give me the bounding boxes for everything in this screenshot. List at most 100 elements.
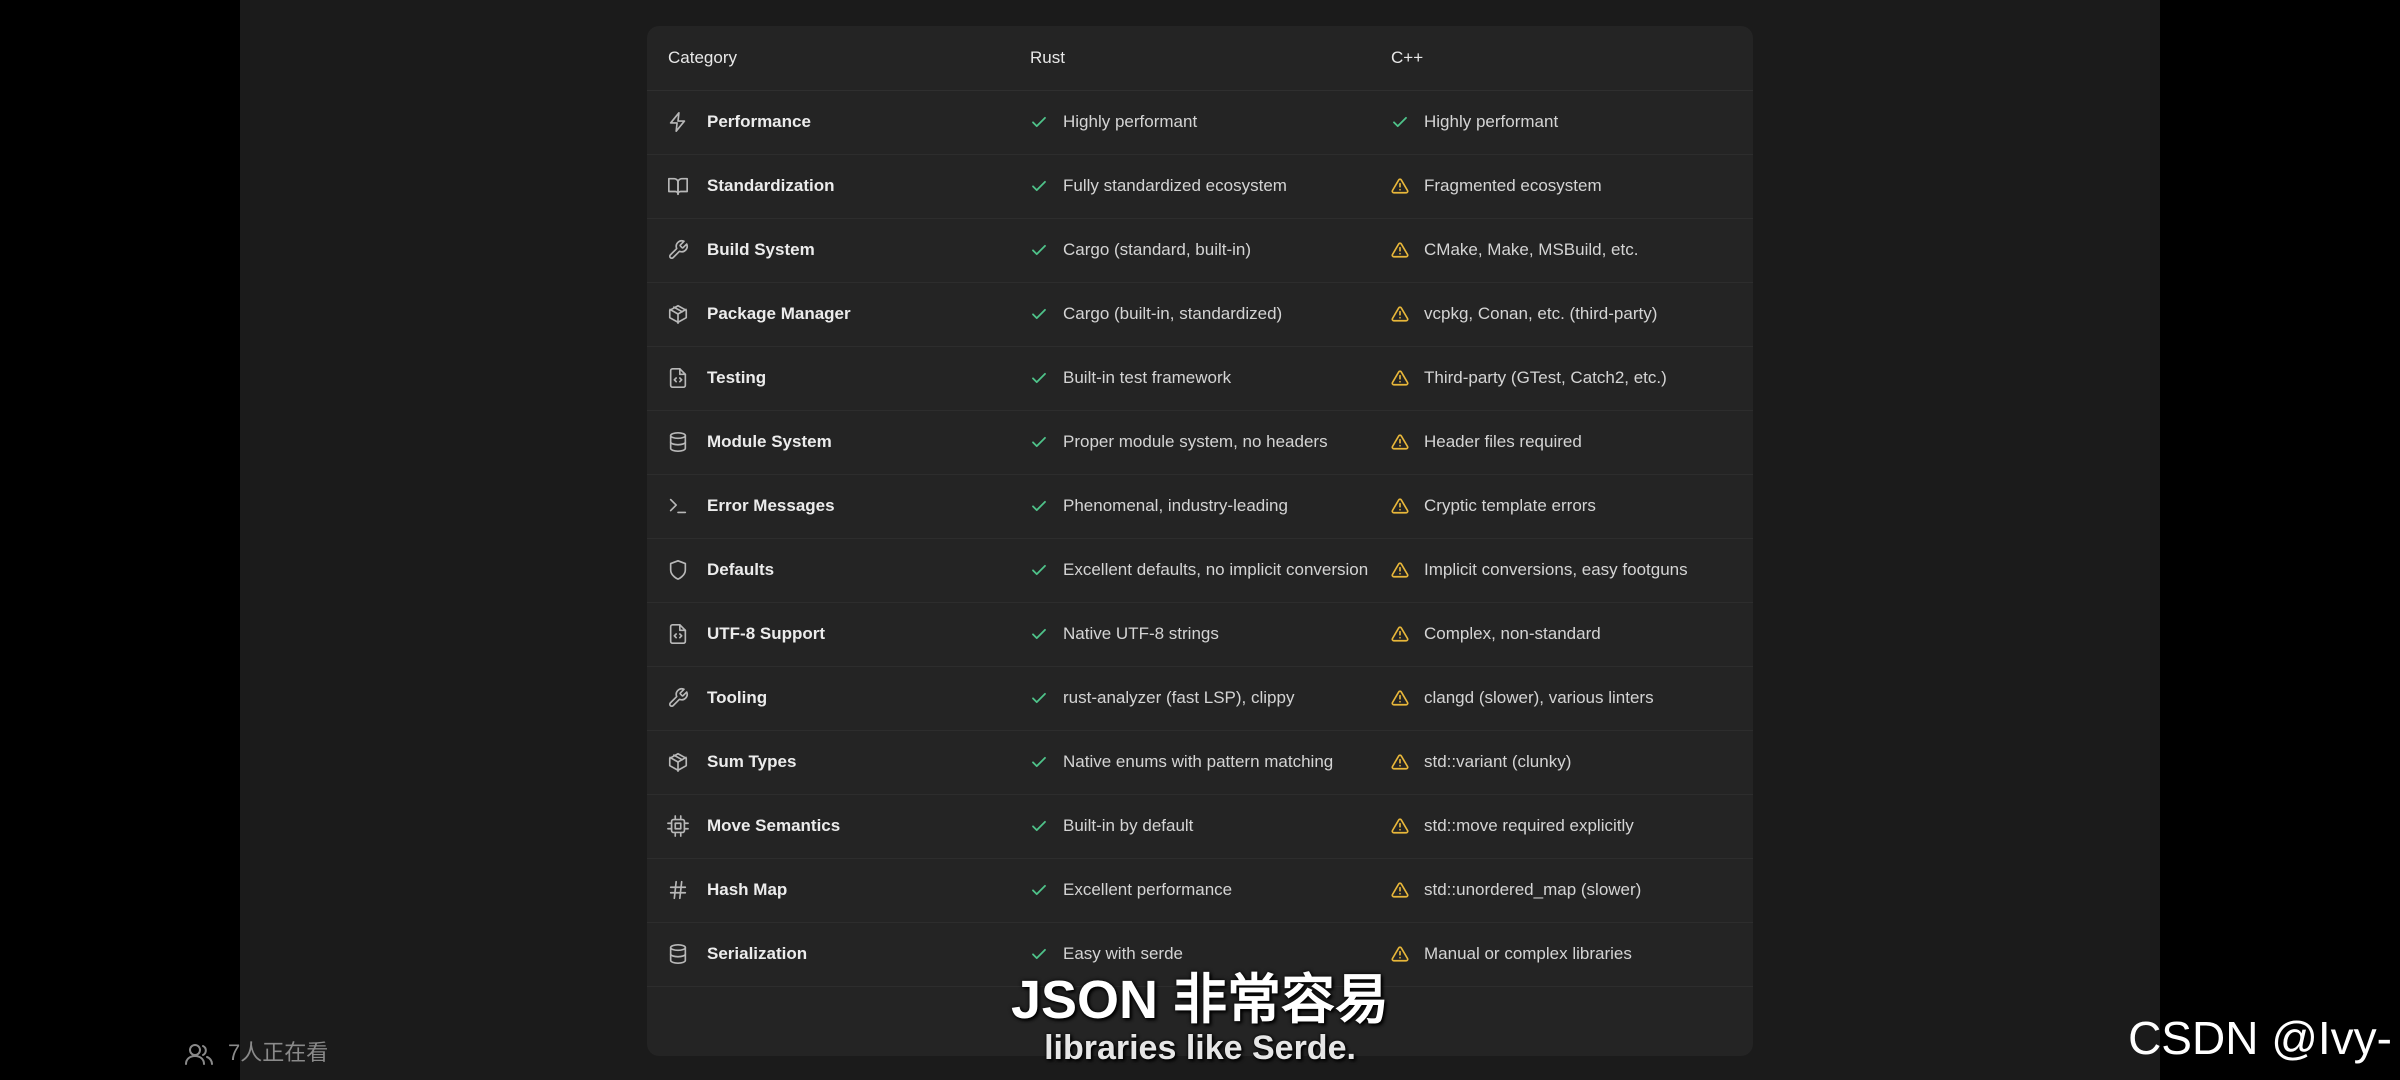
wrench-icon: [667, 687, 689, 709]
check-icon: [1030, 689, 1048, 707]
warning-icon: [1391, 753, 1409, 771]
header-category: Category: [668, 48, 737, 67]
header-rust: Rust: [1030, 48, 1065, 67]
warning-icon: [1391, 817, 1409, 835]
header-cpp: C++: [1391, 48, 1424, 67]
subtitle-chinese: JSON 非常容易: [1010, 970, 1390, 1030]
cpp-value: Fragmented ecosystem: [1424, 176, 1602, 195]
table-header: Category Rust C++: [647, 26, 1753, 91]
warning-icon: [1391, 177, 1409, 195]
table-row: Build System Cargo (standard, built-in) CM…: [647, 218, 1753, 283]
rust-value: Native UTF-8 strings: [1063, 624, 1219, 643]
cpp-value: Implicit conversions, easy footguns: [1424, 560, 1688, 579]
cpp-value: Third-party (GTest, Catch2, etc.): [1424, 368, 1667, 387]
table-row: Sum Types Native enums with pattern match…: [647, 730, 1753, 795]
file-code-icon: [667, 367, 689, 389]
check-icon: [1391, 113, 1409, 131]
rust-value: Fully standardized ecosystem: [1063, 176, 1287, 195]
terminal-icon: [667, 495, 689, 517]
category-label: Move Semantics: [707, 816, 841, 835]
table-row: Tooling rust-analyzer (fast LSP), clippy c…: [647, 666, 1753, 731]
shield-icon: [667, 559, 689, 581]
package-icon: [667, 751, 689, 773]
category-label: Standardization: [707, 176, 835, 195]
warning-icon: [1391, 689, 1409, 707]
warning-icon: [1391, 433, 1409, 451]
cpp-value: std::move required explicitly: [1424, 816, 1634, 835]
cpp-value: Cryptic template errors: [1424, 496, 1596, 515]
category-label: Defaults: [707, 560, 775, 579]
rust-value: Highly performant: [1063, 112, 1198, 131]
package-icon: [667, 303, 689, 325]
people-icon: [184, 1042, 214, 1066]
check-icon: [1030, 369, 1048, 387]
category-label: Error Messages: [707, 496, 835, 515]
book-icon: [667, 175, 689, 197]
table-row: Module System Proper module system, no he…: [647, 410, 1753, 475]
category-label: Package Manager: [707, 304, 851, 323]
cpp-value: Highly performant: [1424, 112, 1559, 131]
check-icon: [1030, 881, 1048, 899]
check-icon: [1030, 433, 1048, 451]
category-label: Tooling: [707, 688, 768, 707]
check-icon: [1030, 177, 1048, 195]
table-row: Standardization Fully standardized ecosys…: [647, 154, 1753, 219]
rust-value: Phenomenal, industry-leading: [1063, 496, 1288, 515]
table-row: Package Manager Cargo (built-in, standard…: [647, 282, 1753, 347]
warning-icon: [1391, 369, 1409, 387]
rust-value: Excellent performance: [1063, 880, 1233, 899]
category-label: Hash Map: [707, 880, 788, 899]
warning-icon: [1391, 625, 1409, 643]
database-icon: [667, 431, 689, 453]
check-icon: [1030, 625, 1048, 643]
warning-icon: [1391, 561, 1409, 579]
rust-value: Built-in test framework: [1063, 368, 1232, 387]
check-icon: [1030, 113, 1048, 131]
file-code-icon: [667, 623, 689, 645]
category-label: Module System: [707, 432, 832, 451]
check-icon: [1030, 561, 1048, 579]
category-label: UTF-8 Support: [707, 624, 826, 643]
subtitle-english: libraries like Serde.: [1044, 1029, 1356, 1067]
category-label: Testing: [707, 368, 767, 387]
check-icon: [1030, 753, 1048, 771]
comparison-table: Category Rust C++ Performance Highly perf…: [647, 26, 1753, 1056]
zap-icon: [667, 111, 689, 133]
check-icon: [1030, 241, 1048, 259]
cpp-value: Complex, non-standard: [1424, 624, 1601, 643]
rust-value: Cargo (standard, built-in): [1063, 240, 1252, 259]
table-row: Performance Highly performant Highly perfo…: [647, 90, 1753, 155]
category-label: Build System: [707, 240, 815, 259]
cpu-icon: [667, 815, 689, 837]
warning-icon: [1391, 497, 1409, 515]
cpp-value: std::unordered_map (slower): [1424, 880, 1642, 899]
cpp-value: Header files required: [1424, 432, 1582, 451]
category-label: Performance: [707, 112, 811, 131]
warning-icon: [1391, 305, 1409, 323]
rust-value: Native enums with pattern matching: [1063, 752, 1334, 771]
rust-value: Cargo (built-in, standardized): [1063, 304, 1283, 323]
watermark: CSDN @Ivy-: [2128, 1012, 2392, 1064]
rust-value: Built-in by default: [1063, 816, 1194, 835]
cpp-value: vcpkg, Conan, etc. (third-party): [1424, 304, 1658, 323]
check-icon: [1030, 817, 1048, 835]
rust-value: Proper module system, no headers: [1063, 432, 1328, 451]
cpp-value: clangd (slower), various linters: [1424, 688, 1654, 707]
rust-value: rust-analyzer (fast LSP), clippy: [1063, 688, 1295, 707]
table-row: Testing Built-in test framework Third-part…: [647, 346, 1753, 411]
cpp-value: CMake, Make, MSBuild, etc.: [1424, 240, 1639, 259]
viewer-count-text: 7人正在看: [228, 1040, 329, 1065]
check-icon: [1030, 497, 1048, 515]
table-row: Error Messages Phenomenal, industry-leadi…: [647, 474, 1753, 539]
check-icon: [1030, 305, 1048, 323]
warning-icon: [1391, 881, 1409, 899]
table-row: UTF-8 Support Native UTF-8 strings Complex…: [647, 602, 1753, 667]
wrench-icon: [667, 239, 689, 261]
warning-icon: [1391, 241, 1409, 259]
rust-value: Excellent defaults, no implicit conversi…: [1063, 560, 1369, 579]
table-row: Defaults Excellent defaults, no implicit …: [647, 538, 1753, 603]
table-row: Hash Map Excellent performance std::unorde…: [647, 858, 1753, 923]
cpp-value: std::variant (clunky): [1424, 752, 1572, 771]
table-row: Move Semantics Built-in by default std::mo…: [647, 794, 1753, 859]
hash-icon: [667, 879, 689, 901]
